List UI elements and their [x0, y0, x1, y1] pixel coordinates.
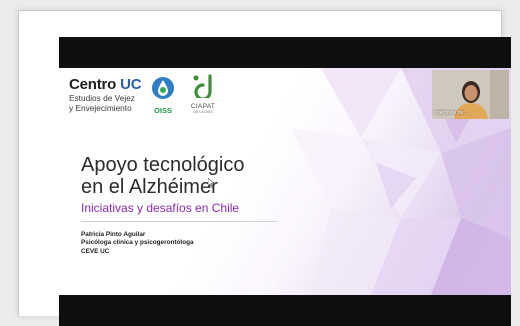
ciapat-mark-icon [193, 74, 212, 101]
participant-video-tile[interactable]: Intérprete de ... [432, 70, 509, 119]
participant-name-label: Intérprete de ... [434, 110, 470, 116]
centro-subtitle-1: Estudios de Vejez [69, 93, 135, 103]
ciapat-name: CIAPAT [190, 103, 216, 110]
video-stage[interactable]: Centro UC Estudios de Vejez y Envejecimi… [59, 37, 511, 326]
slide-subtitle: Iniciativas y desafíos en Chile [81, 201, 240, 215]
oiss-label: OISS [154, 106, 172, 115]
author-name: Patricia Pinto Aguilar [81, 231, 146, 238]
centro-subtitle-2: y Envejecimiento [69, 103, 132, 113]
author-org: CEVE UC [81, 247, 110, 255]
centro-uc-logo: Centro UC Estudios de Vejez y Envejecimi… [69, 76, 142, 114]
mouse-cursor-icon [208, 178, 215, 188]
author-role: Psicóloga clínica y psicogerontóloga [81, 239, 194, 247]
centro-brand: Centro [69, 76, 117, 93]
ciapat-logo: CIAPAT DE LA OISS [183, 74, 223, 114]
slide-divider [81, 221, 277, 222]
ciapat-subtitle: DE LA OISS [193, 110, 213, 114]
screenshot-frame: Centro UC Estudios de Vejez y Envejecimi… [18, 10, 511, 326]
slide-title-line-1: Apoyo tecnológico [81, 154, 245, 176]
presentation-slide: Centro UC Estudios de Vejez y Envejecimi… [59, 68, 511, 295]
slide-title-line-2: en el Alzhéimer [81, 176, 218, 198]
oiss-drop-icon [152, 77, 174, 99]
oiss-logo: OISS [151, 76, 175, 115]
slide-author-block: Patricia Pinto Aguilar Psicóloga clínica… [81, 231, 194, 256]
slide-title: Apoyo tecnológico en el Alzhéimer [81, 154, 244, 198]
centro-brand-accent: UC [120, 76, 142, 93]
